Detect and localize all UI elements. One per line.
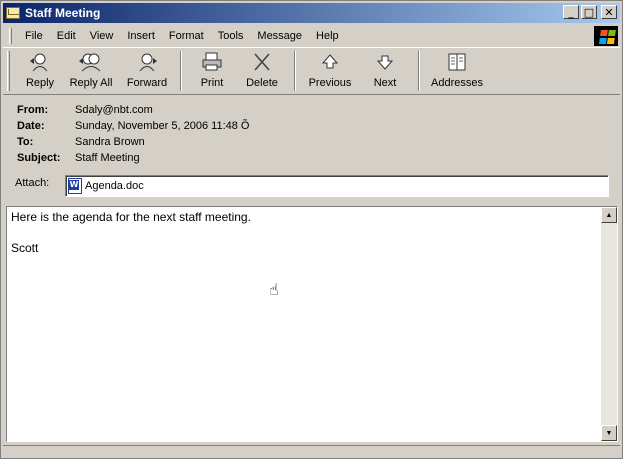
status-bar <box>3 445 620 457</box>
toolbar: Reply Reply All Forward Print Delete Pre… <box>3 47 620 95</box>
menu-edit-label: Edit <box>56 29 76 42</box>
subject-row: Subject: Staff Meeting <box>17 150 249 166</box>
reply-all-button[interactable]: Reply All <box>62 48 120 94</box>
attachment-field[interactable]: Agenda.doc <box>65 175 609 197</box>
attach-label: Attach: <box>15 177 50 189</box>
menu-insert-label: Insert <box>127 29 155 42</box>
to-value: Sandra Brown <box>75 136 145 148</box>
menu-bar: File Edit View Insert Format Tools Messa… <box>3 25 620 46</box>
vertical-scrollbar[interactable]: ▲ ▼ <box>601 207 617 441</box>
delete-button[interactable]: Delete <box>236 48 288 94</box>
addresses-label: Addresses <box>431 77 483 89</box>
delete-label: Delete <box>246 77 278 89</box>
menu-file[interactable]: File <box>18 28 50 44</box>
scroll-down-button[interactable]: ▼ <box>601 425 617 441</box>
toolbar-grip[interactable] <box>7 51 10 91</box>
menu-help-label: Help <box>316 29 339 42</box>
print-label: Print <box>200 77 224 89</box>
attach-row: Attach: Agenda.doc <box>15 175 609 197</box>
menu-edit[interactable]: Edit <box>50 28 83 44</box>
scroll-up-button[interactable]: ▲ <box>601 207 617 223</box>
scroll-up-arrow-icon: ▲ <box>605 211 613 219</box>
from-label: From: <box>17 104 49 116</box>
scroll-down-arrow-icon: ▼ <box>605 429 613 437</box>
menu-tools[interactable]: Tools <box>211 28 251 44</box>
envelope-icon <box>6 7 20 19</box>
message-window: Staff Meeting _ □ ✕ File Edit View Inser… <box>0 0 623 459</box>
reply-label: Reply <box>25 77 55 89</box>
next-button[interactable]: Next <box>358 48 412 94</box>
hand-cursor-icon: ☝ <box>269 280 279 299</box>
minimize-button[interactable]: _ <box>563 5 579 19</box>
close-button[interactable]: ✕ <box>601 5 617 19</box>
close-icon: ✕ <box>604 5 614 19</box>
printer-icon <box>201 50 223 74</box>
forward-button[interactable]: Forward <box>120 48 174 94</box>
body-signature: Scott <box>11 241 39 255</box>
menu-format-label: Format <box>168 29 204 42</box>
previous-label: Previous <box>308 77 352 89</box>
menu-message-label: Message <box>257 29 303 42</box>
forward-icon <box>136 50 158 74</box>
maximize-button[interactable]: □ <box>581 5 597 19</box>
to-label: To: <box>17 136 34 148</box>
down-arrow-icon <box>375 50 395 74</box>
message-body-text: Here is the agenda for the next staff me… <box>11 210 251 256</box>
next-label: Next <box>373 77 397 89</box>
reply-all-icon <box>79 50 103 74</box>
reply-button[interactable]: Reply <box>18 48 62 94</box>
menu-message[interactable]: Message <box>250 28 309 44</box>
body-line: Here is the agenda for the next staff me… <box>11 210 251 224</box>
reply-icon <box>29 50 51 74</box>
delete-x-icon <box>252 50 272 74</box>
toolbar-separator <box>180 51 182 91</box>
menu-insert[interactable]: Insert <box>120 28 162 44</box>
subject-label: Subject: <box>17 152 61 164</box>
menu-view-label: View <box>89 29 114 42</box>
menu-view[interactable]: View <box>83 28 121 44</box>
menu-format[interactable]: Format <box>162 28 211 44</box>
minimize-icon: _ <box>568 5 574 19</box>
menu-help[interactable]: Help <box>309 28 346 44</box>
message-body[interactable]: Here is the agenda for the next staff me… <box>6 206 618 442</box>
menu-file-label: File <box>25 29 43 42</box>
attachment-filename[interactable]: Agenda.doc <box>85 180 144 192</box>
from-value: Sdaly@nbt.com <box>75 104 153 116</box>
previous-button[interactable]: Previous <box>302 48 358 94</box>
toolbar-separator <box>294 51 296 91</box>
from-row: From: Sdaly@nbt.com <box>17 102 249 118</box>
toolbar-separator <box>418 51 420 91</box>
date-value: Sunday, November 5, 2006 11:48 Õ <box>75 120 250 132</box>
forward-label: Forward <box>126 77 168 89</box>
menu-tools-label: Tools <box>217 29 244 42</box>
addresses-button[interactable]: Addresses <box>426 48 488 94</box>
up-arrow-icon <box>320 50 340 74</box>
message-headers: From: Sdaly@nbt.com Date: Sunday, Novemb… <box>17 102 249 166</box>
menu-grip[interactable] <box>9 27 12 44</box>
windows-logo-icon <box>594 26 618 46</box>
print-button[interactable]: Print <box>188 48 236 94</box>
word-document-icon[interactable] <box>68 178 82 194</box>
date-row: Date: Sunday, November 5, 2006 11:48 Õ <box>17 118 249 134</box>
to-row: To: Sandra Brown <box>17 134 249 150</box>
window-controls: _ □ ✕ <box>563 5 617 19</box>
subject-value: Staff Meeting <box>75 152 140 164</box>
reply-all-label: Reply All <box>69 77 113 89</box>
maximize-icon: □ <box>583 5 595 19</box>
title-bar[interactable]: Staff Meeting _ □ ✕ <box>3 3 620 23</box>
address-book-icon <box>446 50 468 74</box>
window-title: Staff Meeting <box>25 6 101 20</box>
date-label: Date: <box>17 120 45 132</box>
